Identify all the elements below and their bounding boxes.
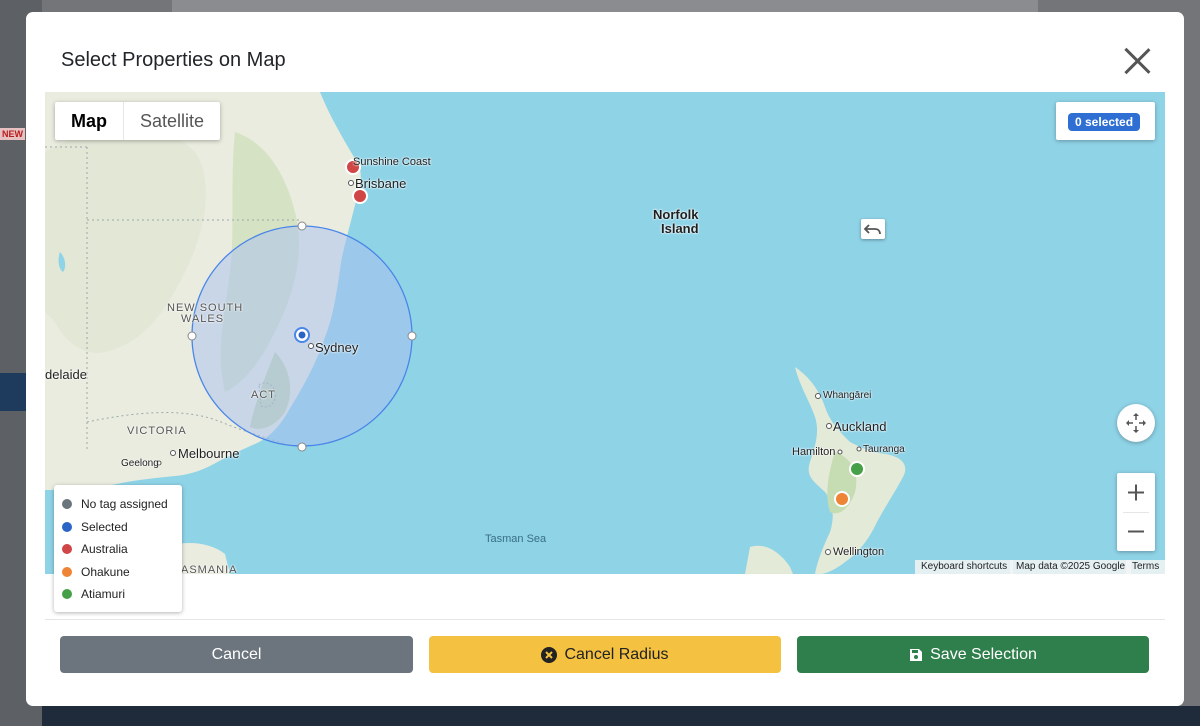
map-label-victoria: VICTORIA <box>127 425 187 437</box>
background-new-badge: NEW <box>0 128 25 140</box>
map-legend: No tag assigned Selected Australia Ohakune A… <box>54 485 182 612</box>
select-properties-modal: Select Properties on Map Sunshine Coast … <box>26 12 1184 706</box>
cancel-radius-button[interactable]: Cancel Radius <box>429 636 781 673</box>
legend-item: Selected <box>62 516 174 539</box>
map-canvas[interactable]: Sunshine Coast Brisbane Norfolk Island N… <box>45 92 1165 574</box>
modal-title: Select Properties on Map <box>61 49 286 71</box>
map-type-control: Map Satellite <box>55 102 221 140</box>
map-label-tasmania: ASMANIA <box>181 564 238 574</box>
map-label-auckland: Auckland <box>833 419 887 434</box>
legend-label: Ohakune <box>81 564 130 579</box>
map-label-sunshine-coast: Sunshine Coast <box>353 156 431 168</box>
minus-icon[interactable] <box>1117 512 1155 551</box>
keyboard-shortcuts-link[interactable]: Keyboard shortcuts <box>915 560 1014 574</box>
save-icon <box>909 648 923 662</box>
terms-link[interactable]: Terms <box>1126 560 1165 574</box>
legend-dot <box>62 521 72 532</box>
selected-count-badge: 0 selected <box>1068 113 1141 131</box>
save-selection-button[interactable]: Save Selection <box>797 636 1149 673</box>
background-footer <box>42 706 1200 726</box>
legend-dot <box>62 499 72 510</box>
legend-label: Australia <box>81 542 128 557</box>
map-label-tasman-sea: Tasman Sea <box>485 533 547 545</box>
cancel-radius-label: Cancel Radius <box>564 645 669 663</box>
legend-dot <box>62 544 72 555</box>
cancel-button-label: Cancel <box>211 645 262 663</box>
plus-icon[interactable] <box>1117 473 1155 512</box>
fullscreen-icon[interactable] <box>1117 404 1155 442</box>
footer-divider <box>45 619 1165 620</box>
map-type-satellite-button[interactable]: Satellite <box>124 102 220 140</box>
legend-label: Atiamuri <box>81 587 126 602</box>
selected-count-box: 0 selected <box>1056 102 1155 140</box>
legend-item: Atiamuri <box>62 583 174 606</box>
close-circle-icon <box>541 646 558 663</box>
map-label-wales: WALES <box>181 313 225 325</box>
zoom-control <box>1117 473 1155 551</box>
legend-item: No tag assigned <box>62 493 174 516</box>
map-label-sydney: Sydney <box>315 340 359 355</box>
map-label-island: Island <box>661 221 699 236</box>
map-label-adelaide: delaide <box>45 367 87 382</box>
save-selection-label: Save Selection <box>930 645 1037 663</box>
legend-dot <box>62 589 72 600</box>
map-data-attribution: Map data ©2025 Google <box>1010 560 1132 574</box>
map-label-wellington: Wellington <box>833 546 885 558</box>
map-label-melbourne: Melbourne <box>178 446 240 461</box>
legend-label: Selected <box>81 519 128 534</box>
map-label-act: ACT <box>251 389 276 401</box>
legend-label: No tag assigned <box>81 497 168 512</box>
map-label-hamilton: Hamilton <box>792 446 836 458</box>
map-label-tauranga: Tauranga <box>863 444 905 455</box>
map-label-geelong: Geelong <box>121 458 159 469</box>
background-content <box>172 0 1038 12</box>
legend-dot <box>62 566 72 577</box>
map-label-norfolk: Norfolk <box>653 207 699 222</box>
map-label-whangarei: Whangārei <box>823 390 872 401</box>
cancel-button[interactable]: Cancel <box>60 636 413 673</box>
undo-icon[interactable] <box>861 219 885 239</box>
map-label-brisbane: Brisbane <box>355 176 407 191</box>
legend-item: Ohakune <box>62 561 174 584</box>
legend-item: Australia <box>62 538 174 561</box>
map-type-map-button[interactable]: Map <box>55 102 123 140</box>
map-terrain <box>45 92 906 574</box>
close-icon[interactable] <box>1122 46 1152 76</box>
